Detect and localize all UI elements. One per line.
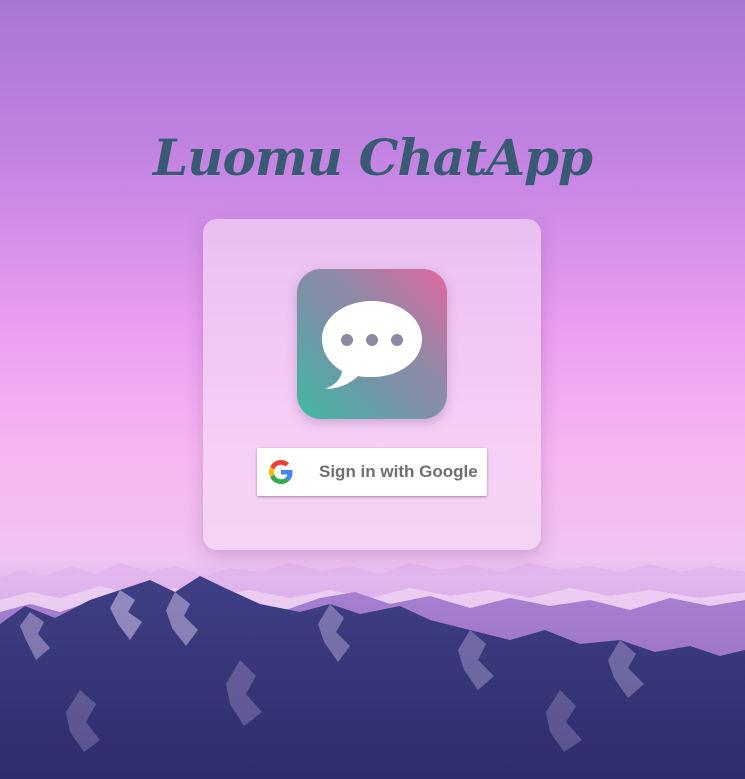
google-g-icon	[269, 460, 293, 484]
chat-bubble-icon	[297, 269, 447, 419]
login-card: Sign in with Google	[203, 219, 541, 550]
app-title: Luomu ChatApp	[153, 128, 593, 187]
google-button-label: Sign in with Google	[319, 462, 478, 481]
sign-in-with-google-button[interactable]: Sign in with Google	[257, 448, 487, 496]
